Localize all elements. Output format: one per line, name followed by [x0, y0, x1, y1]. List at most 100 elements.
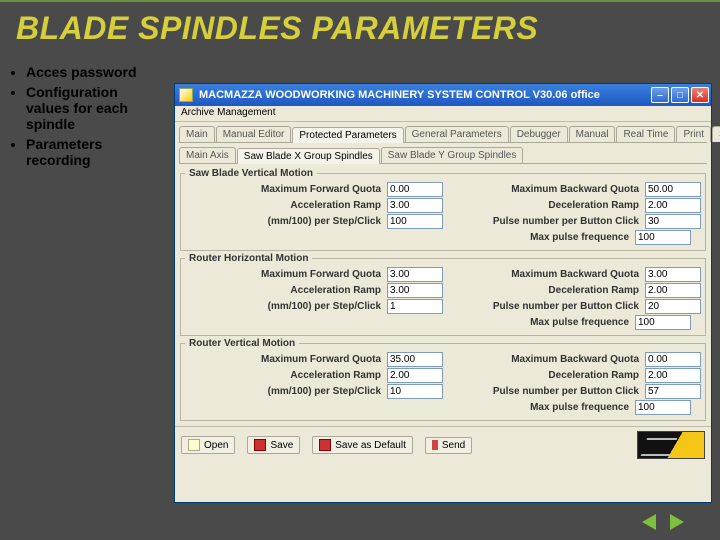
parameter-group: Router Vertical Motion Maximum Forward Qu… [180, 338, 706, 421]
param-label: Max pulse frequence [185, 317, 635, 328]
param-input[interactable] [645, 299, 701, 314]
tab-protected-parameters[interactable]: Protected Parameters [292, 127, 403, 143]
param-label: Pulse number per Button Click [443, 301, 645, 312]
subtab-main-axis[interactable]: Main Axis [179, 147, 236, 163]
tab-print[interactable]: Print [676, 126, 711, 142]
param-input[interactable] [387, 299, 443, 314]
bullet-item: Configuration values for each spindle [26, 84, 163, 132]
close-button[interactable]: ✕ [691, 87, 709, 103]
group-legend: Router Vertical Motion [185, 338, 299, 349]
tab-general-parameters[interactable]: General Parameters [405, 126, 509, 142]
param-input[interactable] [645, 368, 701, 383]
arrow-left-icon [642, 514, 656, 530]
save-label: Save [270, 440, 293, 451]
bottom-toolbar: Open Save Save as Default Send [175, 426, 711, 463]
bullet-list: Acces password Configuration values for … [8, 64, 163, 173]
param-input[interactable] [387, 368, 443, 383]
tab-manual[interactable]: Manual [569, 126, 616, 142]
param-input[interactable] [645, 198, 701, 213]
param-label: Maximum Backward Quota [443, 269, 645, 280]
param-input[interactable] [387, 182, 443, 197]
param-input[interactable] [387, 384, 443, 399]
bullet-item: Acces password [26, 64, 163, 80]
slide-title: BLADE SPINDLES PARAMETERS [0, 2, 720, 47]
param-input[interactable] [645, 182, 701, 197]
save-button[interactable]: Save [247, 436, 300, 454]
param-label: Pulse number per Button Click [443, 386, 645, 397]
slide-nav [636, 512, 690, 532]
open-label: Open [204, 440, 228, 451]
param-label: Pulse number per Button Click [443, 216, 645, 227]
maximize-button[interactable]: □ [671, 87, 689, 103]
manufacturer-logo [637, 431, 705, 459]
titlebar: MACMAZZA WOODWORKING MACHINERY SYSTEM CO… [175, 84, 711, 106]
param-label: Maximum Forward Quota [185, 269, 387, 280]
menubar[interactable]: Archive Management [175, 106, 711, 122]
tab-real-time[interactable]: Real Time [616, 126, 675, 142]
param-label: (mm/100) per Step/Click [185, 216, 387, 227]
app-window: MACMAZZA WOODWORKING MACHINERY SYSTEM CO… [174, 83, 712, 503]
parameter-row: Maximum Forward Quota Maximum Backward Qu… [185, 352, 701, 367]
param-label: Deceleration Ramp [443, 200, 645, 211]
tab-debugger[interactable]: Debugger [510, 126, 568, 142]
save-icon [254, 439, 266, 451]
param-input[interactable] [387, 283, 443, 298]
window-title: MACMAZZA WOODWORKING MACHINERY SYSTEM CO… [199, 89, 651, 101]
group-legend: Router Horizontal Motion [185, 253, 312, 264]
parameter-row: Acceleration Ramp Deceleration Ramp [185, 368, 701, 383]
parameter-row: Acceleration RampDeceleration Ramp [185, 283, 701, 298]
param-label: (mm/100) per Step/Click [185, 301, 387, 312]
parameter-group: Router Horizontal Motion Maximum Forward … [180, 253, 706, 336]
parameter-group: Saw Blade Vertical MotionMaximum Forward… [180, 168, 706, 251]
open-button[interactable]: Open [181, 436, 235, 454]
param-input[interactable] [387, 352, 443, 367]
param-input[interactable] [645, 267, 701, 282]
tab-manual-editor[interactable]: Manual Editor [216, 126, 292, 142]
send-label: Send [442, 440, 465, 451]
subtab-strip: Main Axis Saw Blade X Group Spindles Saw… [175, 143, 711, 163]
param-label: Acceleration Ramp [185, 200, 387, 211]
param-label: Acceleration Ramp [185, 370, 387, 381]
param-input[interactable] [635, 400, 691, 415]
save-icon [319, 439, 331, 451]
tab-main[interactable]: Main [179, 126, 215, 142]
parameter-row: Max pulse frequence [185, 230, 701, 245]
param-input[interactable] [635, 315, 691, 330]
param-input[interactable] [645, 384, 701, 399]
next-slide-button[interactable] [664, 512, 690, 532]
parameter-row: Max pulse frequence [185, 400, 701, 415]
subtab-saw-x[interactable]: Saw Blade X Group Spindles [237, 148, 380, 164]
parameter-row: (mm/100) per Step/Click Pulse number per … [185, 384, 701, 399]
param-input[interactable] [387, 198, 443, 213]
app-icon [179, 88, 193, 102]
param-input[interactable] [387, 267, 443, 282]
subtab-saw-y[interactable]: Saw Blade Y Group Spindles [381, 147, 524, 163]
param-input[interactable] [635, 230, 691, 245]
parameter-row: (mm/100) per Step/Click Pulse number per … [185, 299, 701, 314]
tab-strip: Main Manual Editor Protected Parameters … [175, 122, 711, 142]
param-input[interactable] [645, 214, 701, 229]
send-icon [432, 440, 438, 450]
parameters-content: Saw Blade Vertical MotionMaximum Forward… [175, 164, 711, 426]
param-label: Deceleration Ramp [443, 285, 645, 296]
prev-slide-button[interactable] [636, 512, 662, 532]
save-default-button[interactable]: Save as Default [312, 436, 413, 454]
param-label: Maximum Backward Quota [443, 354, 645, 365]
param-label: Maximum Forward Quota [185, 354, 387, 365]
parameter-row: Maximum Forward Quota Maximum Backward Qu… [185, 182, 701, 197]
save-default-label: Save as Default [335, 440, 406, 451]
minimize-button[interactable]: – [651, 87, 669, 103]
param-label: Maximum Backward Quota [443, 184, 645, 195]
tab-switch[interactable]: Switch [712, 126, 720, 142]
param-label: Max pulse frequence [185, 402, 635, 413]
param-input[interactable] [645, 352, 701, 367]
send-button[interactable]: Send [425, 437, 472, 454]
param-input[interactable] [645, 283, 701, 298]
param-input[interactable] [387, 214, 443, 229]
bullet-item: Parameters recording [26, 136, 163, 168]
arrow-right-icon [670, 514, 684, 530]
param-label: (mm/100) per Step/Click [185, 386, 387, 397]
param-label: Deceleration Ramp [443, 370, 645, 381]
param-label: Maximum Forward Quota [185, 184, 387, 195]
param-label: Max pulse frequence [185, 232, 635, 243]
